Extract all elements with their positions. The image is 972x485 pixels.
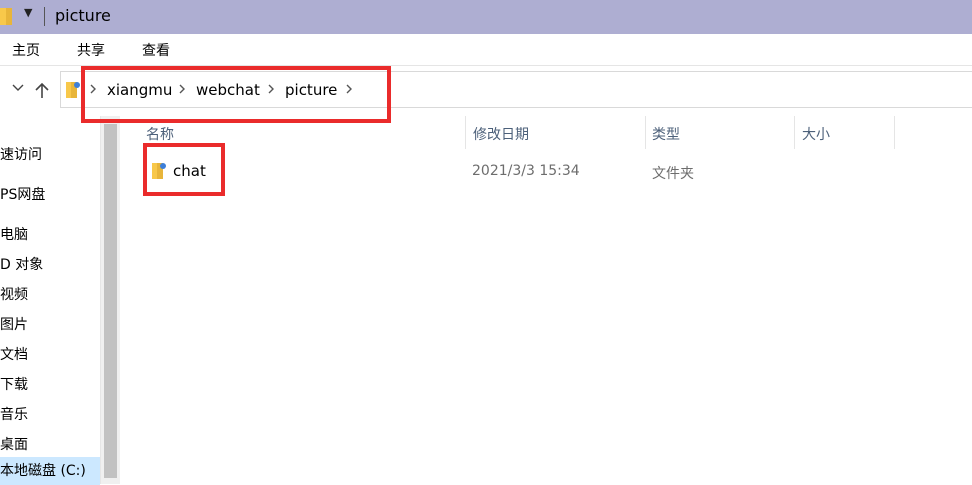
tab-view[interactable]: 查看 (142, 40, 170, 60)
folder-icon (0, 8, 12, 25)
column-divider[interactable] (794, 116, 795, 149)
title-separator (44, 7, 45, 26)
address-highlight-box (81, 66, 391, 123)
sidebar-item-this-pc[interactable]: 电脑 (0, 224, 28, 244)
sidebar-item-3d-objects[interactable]: D 对象 (0, 254, 43, 274)
recent-locations-chevron-down-icon[interactable] (10, 79, 26, 95)
scrollbar-thumb[interactable] (104, 124, 117, 478)
sidebar-item-pictures[interactable]: 图片 (0, 314, 28, 334)
up-arrow-icon[interactable] (34, 81, 50, 99)
column-header-size[interactable]: 大小 (802, 124, 830, 144)
file-date-modified: 2021/3/3 15:34 (472, 163, 580, 179)
ribbon: 主页 共享 查看 (0, 34, 972, 66)
sidebar-item-desktop[interactable]: 桌面 (0, 434, 28, 454)
quick-access-dropdown-icon[interactable]: ▼ (24, 6, 32, 19)
column-header-name[interactable]: 名称 (146, 124, 174, 144)
file-type: 文件夹 (652, 166, 694, 182)
sidebar-item-music[interactable]: 音乐 (0, 404, 28, 424)
column-divider[interactable] (465, 116, 466, 149)
tab-share[interactable]: 共享 (77, 40, 105, 60)
tab-home[interactable]: 主页 (12, 40, 40, 60)
sidebar-item-videos[interactable]: 视频 (0, 284, 28, 304)
sidebar-scrollbar[interactable] (100, 116, 120, 484)
column-header-type[interactable]: 类型 (652, 124, 680, 144)
sidebar-item-documents[interactable]: 文档 (0, 344, 28, 364)
sidebar-item-wps-drive[interactable]: PS网盘 (0, 184, 45, 204)
navigation-pane: 速访问 PS网盘 电脑 D 对象 视频 图片 文档 下载 音乐 桌面 本地磁盘 … (0, 116, 100, 485)
file-highlight-box (143, 143, 225, 196)
sidebar-item-quick-access[interactable]: 速访问 (0, 144, 42, 164)
window-title: picture (55, 6, 111, 25)
sidebar-item-local-disk-c[interactable]: 本地磁盘 (C:) (0, 457, 100, 485)
column-header-date-modified[interactable]: 修改日期 (473, 124, 529, 144)
column-divider[interactable] (894, 116, 895, 149)
title-bar: ▼ picture (0, 0, 972, 34)
folder-icon (66, 82, 80, 98)
sidebar-item-downloads[interactable]: 下载 (0, 374, 28, 394)
column-divider[interactable] (645, 116, 646, 149)
